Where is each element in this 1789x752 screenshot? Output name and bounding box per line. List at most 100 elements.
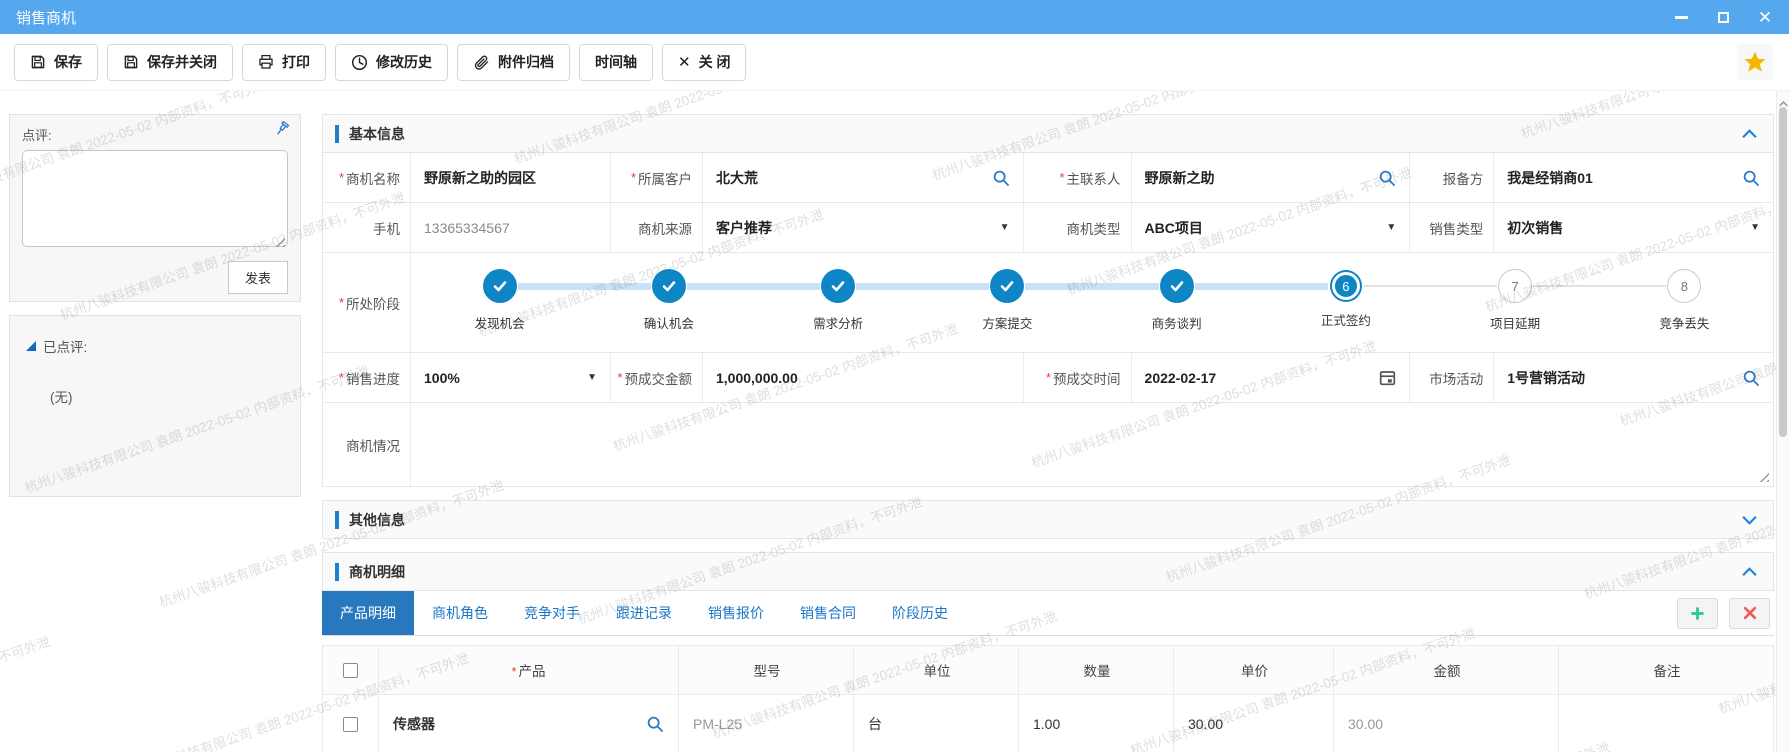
stage-dot-7[interactable]: 7 [1498,269,1532,303]
select-all-checkbox[interactable] [343,663,358,678]
dropdown-arrow-icon[interactable]: ▼ [1386,222,1396,233]
stage-step-1[interactable]: 发现机会 [415,269,584,338]
opportunity-source-field[interactable]: 客户推荐▼ [703,203,1024,253]
stage-step-4[interactable]: 方案提交 [923,269,1092,338]
product-cell-inner: 传感器 [393,714,678,734]
stage-step-5[interactable]: 商务谈判 [1092,269,1261,338]
note-cell[interactable] [1559,695,1774,752]
opportunity-name-field[interactable]: 野原新之助的园区 [411,153,611,203]
marketing-campaign-field[interactable]: 1号营销活动 [1494,353,1773,403]
publish-button[interactable]: 发表 [228,261,288,294]
add-row-button[interactable] [1677,598,1718,629]
stage-dot-4[interactable] [990,269,1024,303]
column-header-model: 型号 [679,646,854,695]
tab-4[interactable]: 跟进记录 [598,591,690,635]
attachment-archive-label: 附件归档 [498,52,554,72]
customer-field[interactable]: 北大荒 [703,153,1024,203]
section-detail-header[interactable]: 商机明细 [322,552,1774,591]
close-button[interactable]: ✕ 关 闭 [662,44,746,81]
minimize-icon[interactable] [1673,9,1689,25]
search-icon-wrap[interactable] [1378,169,1396,187]
section-other-title: 其他信息 [349,510,405,530]
vertical-scrollbar[interactable] [1776,91,1789,752]
section-basic-header[interactable]: 基本信息 [322,114,1774,153]
save-and-close-button[interactable]: 保存并关闭 [107,44,233,81]
stage-dot-1[interactable] [483,269,517,303]
stage-dot-8[interactable]: 8 [1667,269,1701,303]
column-header-note: 备注 [1559,646,1774,695]
tab-6[interactable]: 销售合同 [782,591,874,635]
stage-connector [1364,285,1497,287]
mobile-field[interactable]: 13365334567 [411,203,611,253]
reporting-party-field[interactable]: 我是经销商01 [1494,153,1773,203]
print-button[interactable]: 打印 [242,44,326,81]
search-icon-wrap[interactable] [1742,369,1760,387]
model-cell[interactable]: PM-L25 [679,695,854,752]
scrollbar-thumb[interactable] [1779,107,1787,437]
marketing-campaign-value: 1号营销活动 [1507,368,1734,388]
reviewed-header[interactable]: 已点评: [26,336,284,356]
stage-step-6[interactable]: 6正式签约 [1261,269,1430,338]
delete-row-button[interactable] [1729,598,1770,629]
main-form: 基本信息 *商机名称野原新之助的园区*所属客户北大荒*主联系人野原新之助报备方我… [322,114,1774,752]
chevron-up-icon[interactable] [1742,567,1757,577]
product-cell[interactable]: 传感器 [379,695,679,752]
stage-step-8[interactable]: 8竞争丢失 [1600,269,1769,338]
primary-contact-field[interactable]: 野原新之助 [1132,153,1411,203]
table-row: 传感器PM-L25台1.0030.0030.00 [323,695,1774,752]
search-icon-wrap[interactable] [1742,169,1760,187]
tab-2[interactable]: 商机角色 [414,591,506,635]
comment-input[interactable] [22,150,288,247]
unit-cell[interactable]: 台 [854,695,1019,752]
section-detail-title: 商机明细 [349,562,405,582]
chevron-up-icon[interactable] [1742,129,1757,139]
calendar-icon-wrap[interactable] [1379,369,1396,386]
search-icon-wrap[interactable] [992,169,1010,187]
sales-type-field[interactable]: 初次销售▼ [1494,203,1773,253]
qty-cell[interactable]: 1.00 [1019,695,1174,752]
plus-icon [1690,606,1705,621]
expected-amount-field[interactable]: 1,000,000.00 [703,353,1024,403]
expected-date-field[interactable]: 2022-02-17 [1132,353,1411,403]
stage-dot-2[interactable] [652,269,686,303]
price-cell[interactable]: 30.00 [1174,695,1334,752]
stage-step-3[interactable]: 需求分析 [754,269,923,338]
maximize-icon[interactable] [1715,9,1731,25]
titlebar: 销售商机 ✕ [0,0,1789,34]
attachment-archive-button[interactable]: 附件归档 [457,44,570,81]
chevron-down-icon[interactable] [1742,515,1757,525]
opportunity-description-field[interactable] [411,403,1773,487]
opportunity-type-field[interactable]: ABC项目▼ [1132,203,1411,253]
history-button[interactable]: 修改历史 [335,44,448,81]
opportunity-type-label-text: 商机类型 [1067,218,1121,238]
stage-step-7[interactable]: 7项目延期 [1431,269,1600,338]
sales-progress-field[interactable]: 100%▼ [411,353,611,403]
section-accent-bar [335,125,339,143]
expected-amount-label-text: 预成交金额 [625,368,693,388]
column-header-text: 型号 [754,664,781,679]
pin-icon[interactable] [274,121,291,143]
save-button[interactable]: 保存 [14,44,98,81]
tab-3[interactable]: 竞争对手 [506,591,598,635]
favorite-star-button[interactable] [1737,44,1773,80]
dropdown-arrow-icon[interactable]: ▼ [1750,222,1760,233]
stage-dot-5[interactable] [1160,269,1194,303]
window-controls: ✕ [1673,9,1773,25]
dropdown-arrow-icon[interactable]: ▼ [1000,222,1010,233]
window-close-icon[interactable]: ✕ [1757,9,1773,25]
search-icon-wrap[interactable] [646,715,664,733]
stage-dot-3[interactable] [821,269,855,303]
tab-7[interactable]: 阶段历史 [874,591,966,635]
stage-step-2[interactable]: 确认机会 [584,269,753,338]
tab-1[interactable]: 产品明细 [322,591,414,635]
tab-5[interactable]: 销售报价 [690,591,782,635]
stage-label: 方案提交 [982,313,1032,332]
opportunity-description-label: 商机情况 [323,403,411,487]
stage-dot-6[interactable]: 6 [1332,272,1360,300]
column-header-price: 单价 [1174,646,1334,695]
dropdown-arrow-icon[interactable]: ▼ [587,372,597,383]
row-checkbox[interactable] [343,717,358,732]
timeline-button[interactable]: 时间轴 [579,44,653,81]
section-other-header[interactable]: 其他信息 [322,500,1774,539]
opportunity-source-label-text: 商机来源 [638,218,692,238]
